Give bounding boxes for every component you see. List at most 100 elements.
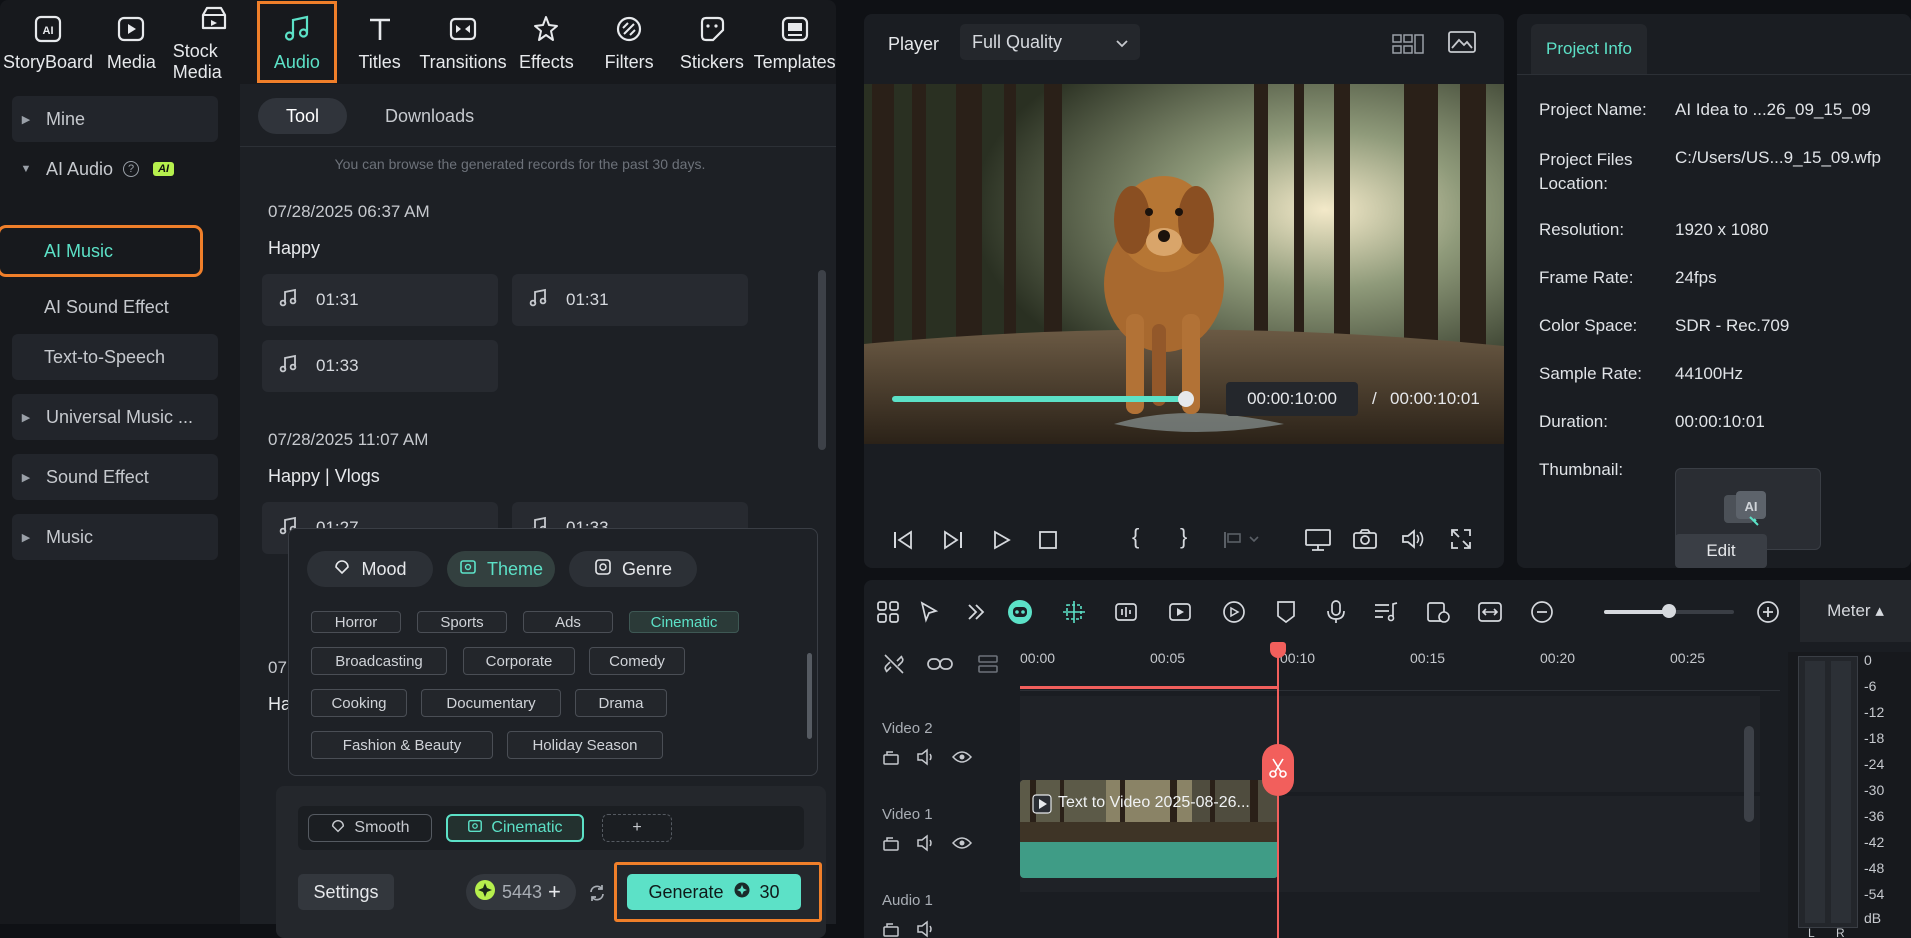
play-icon[interactable] <box>992 530 1012 555</box>
fullscreen-icon[interactable] <box>1450 528 1472 555</box>
credits-display[interactable]: 5443 + <box>466 874 576 910</box>
tab-downloads[interactable]: Downloads <box>357 98 502 134</box>
playback-speed-icon[interactable] <box>1220 598 1248 626</box>
layout-icon[interactable] <box>874 598 902 626</box>
chip-documentary[interactable]: Documentary <box>421 689 561 717</box>
ai-audio-icon[interactable] <box>1112 598 1140 626</box>
track-audio-icon[interactable] <box>916 748 936 771</box>
image-icon[interactable] <box>1448 30 1476 59</box>
toolbar-templates[interactable]: Templates <box>753 0 836 84</box>
meter-toggle[interactable]: Meter ▴ <box>1800 580 1911 642</box>
toolbar-transitions[interactable]: Transitions <box>419 0 507 84</box>
toolbar-stock-media[interactable]: Stock Media <box>173 0 256 84</box>
music-track-card[interactable]: 01:31 <box>512 274 748 326</box>
track-lock-icon[interactable] <box>882 834 900 857</box>
next-frame-icon[interactable] <box>942 530 964 555</box>
sidebar-item-mine[interactable]: ▶ Mine <box>12 96 218 142</box>
insert-clip-icon[interactable] <box>1222 530 1262 555</box>
chip-comedy[interactable]: Comedy <box>589 647 685 675</box>
chip-horror[interactable]: Horror <box>311 611 401 633</box>
music-track-card[interactable]: 01:33 <box>262 340 498 392</box>
sidebar-item-text-to-speech[interactable]: Text-to-Speech <box>12 334 218 380</box>
refresh-icon[interactable] <box>588 884 606 907</box>
tab-project-info[interactable]: Project Info <box>1531 24 1647 74</box>
chip-broadcasting[interactable]: Broadcasting <box>311 647 447 675</box>
chip-cooking[interactable]: Cooking <box>311 689 407 717</box>
current-time-field[interactable]: 00:00:10:00 <box>1226 382 1358 416</box>
video-clip[interactable]: Text to Video 2025-08-26... <box>1020 780 1278 878</box>
mark-out-icon[interactable]: } <box>1180 524 1187 550</box>
playback-progress[interactable] <box>892 391 1194 407</box>
track-layout-icon[interactable] <box>976 652 1000 681</box>
toolbar-titles[interactable]: Titles <box>338 0 421 84</box>
sidebar-item-music[interactable]: ▶ Music <box>12 514 218 560</box>
sidebar-item-ai-music[interactable]: AI Music <box>0 225 203 277</box>
track-visibility-icon[interactable] <box>951 836 973 855</box>
content-scrollbar[interactable] <box>818 270 826 450</box>
unlink-icon[interactable] <box>882 652 906 681</box>
tab-genre[interactable]: Genre <box>569 551 697 587</box>
video-2-lane[interactable] <box>1020 696 1760 792</box>
chip-cinematic[interactable]: Cinematic <box>629 611 739 633</box>
split-button[interactable] <box>1262 744 1294 796</box>
previous-frame-icon[interactable] <box>892 530 914 555</box>
more-tools-icon[interactable] <box>962 598 990 626</box>
tag-smooth[interactable]: Smooth <box>308 814 432 842</box>
tab-theme[interactable]: Theme <box>447 551 555 587</box>
toolbar-stickers[interactable]: Stickers <box>671 0 754 84</box>
chip-ads[interactable]: Ads <box>523 611 613 633</box>
smart-cutout-icon[interactable] <box>1060 598 1088 626</box>
track-audio-icon[interactable] <box>916 834 936 857</box>
chip-corporate[interactable]: Corporate <box>463 647 575 675</box>
ai-robot-icon[interactable] <box>1006 598 1034 626</box>
track-lock-icon[interactable] <box>882 920 900 938</box>
zoom-out-icon[interactable] <box>1528 598 1556 626</box>
chip-sports[interactable]: Sports <box>417 611 507 633</box>
render-preview-icon[interactable] <box>1424 598 1452 626</box>
chip-holiday-season[interactable]: Holiday Season <box>507 731 663 759</box>
add-credits-icon[interactable]: + <box>548 879 561 905</box>
sidebar-item-sound-effect[interactable]: ▶ Sound Effect <box>12 454 218 500</box>
tab-mood[interactable]: Mood <box>307 551 433 587</box>
toolbar-audio[interactable]: Audio <box>256 0 339 84</box>
progress-handle[interactable] <box>1178 391 1194 407</box>
snapshot-icon[interactable] <box>1352 528 1378 555</box>
display-icon[interactable] <box>1304 528 1332 557</box>
help-icon[interactable]: ? <box>123 161 140 177</box>
tag-cinematic[interactable]: Cinematic <box>446 814 584 842</box>
add-tag-button[interactable]: + <box>602 814 672 842</box>
generate-button[interactable]: Generate 30 <box>627 874 801 910</box>
zoom-slider[interactable] <box>1604 604 1734 618</box>
ai-video-icon[interactable] <box>1166 598 1194 626</box>
sidebar-item-universal-music[interactable]: ▶ Universal Music ... <box>12 394 218 440</box>
toolbar-media[interactable]: Media <box>90 0 173 84</box>
sidebar-item-ai-sound-effect[interactable]: AI Sound Effect <box>12 284 218 330</box>
sidebar-item-ai-audio[interactable]: ▼ AI Audio ? AI <box>12 146 218 192</box>
music-track-card[interactable]: 01:31 <box>262 274 498 326</box>
track-lock-icon[interactable] <box>882 748 900 771</box>
zoom-slider-handle[interactable] <box>1662 604 1676 618</box>
grid-view-icon[interactable] <box>1392 32 1424 61</box>
stop-icon[interactable] <box>1038 530 1058 555</box>
toolbar-filters[interactable]: Filters <box>588 0 671 84</box>
volume-icon[interactable] <box>1400 528 1426 555</box>
quality-select[interactable]: Full Quality <box>960 24 1140 60</box>
fit-timeline-icon[interactable] <box>1476 598 1504 626</box>
track-visibility-icon[interactable] <box>951 750 973 769</box>
marker-icon[interactable] <box>1272 598 1300 626</box>
link-icon[interactable] <box>926 652 954 681</box>
mark-in-icon[interactable]: { <box>1132 524 1139 550</box>
track-audio-icon[interactable] <box>916 920 936 938</box>
edit-thumbnail-button[interactable]: Edit <box>1675 534 1767 568</box>
select-tool-icon[interactable] <box>916 598 944 626</box>
timeline-scrollbar[interactable] <box>1744 726 1754 822</box>
chip-fashion-beauty[interactable]: Fashion & Beauty <box>311 731 493 759</box>
playhead-handle[interactable] <box>1270 642 1286 658</box>
zoom-in-icon[interactable] <box>1754 598 1782 626</box>
chip-drama[interactable]: Drama <box>575 689 667 717</box>
settings-button[interactable]: Settings <box>298 874 394 910</box>
toolbar-storyboard[interactable]: AI StoryBoard <box>3 0 93 84</box>
timeline-ruler[interactable]: 00:00 00:05 00:10 00:15 00:20 00:25 <box>1020 640 1740 670</box>
popup-scrollbar[interactable] <box>807 653 812 739</box>
audio-list-icon[interactable] <box>1372 598 1400 626</box>
